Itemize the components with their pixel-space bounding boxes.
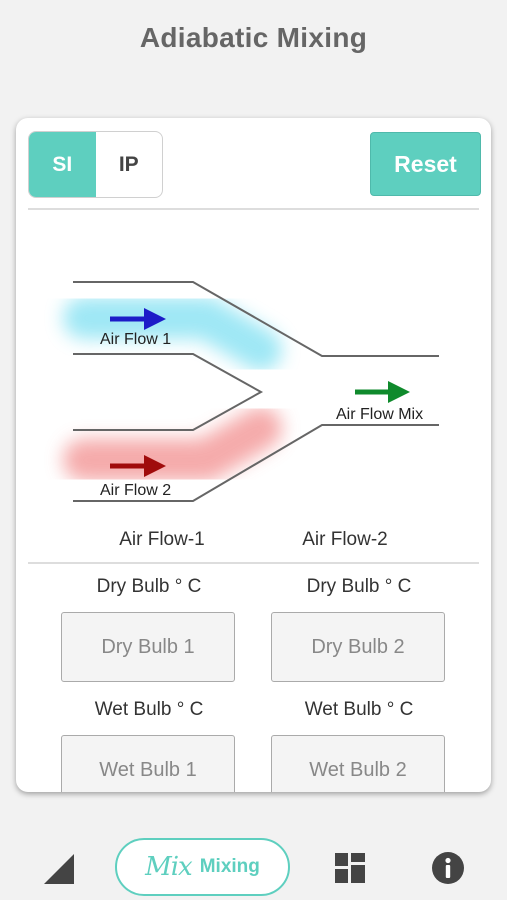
divider [28, 562, 479, 564]
info-icon[interactable] [428, 848, 468, 888]
mixing-diagram: Air Flow 1 Air Flow 2 Air Flow Mix [63, 281, 468, 502]
reset-button[interactable]: Reset [370, 132, 481, 196]
divider [28, 208, 479, 210]
unit-ip-button[interactable]: IP [96, 132, 163, 197]
flow2-glow [63, 407, 282, 481]
wet-bulb-2-label: Wet Bulb ° C [304, 699, 414, 720]
column-header-flow2: Air Flow-2 [302, 529, 388, 550]
mixing-tab-label: Mixing [199, 856, 260, 877]
chart-icon[interactable] [38, 848, 78, 888]
wet-bulb-2-input[interactable]: Wet Bulb 2 [271, 735, 445, 792]
mixing-card: SI IP Reset Air Flow 1 Air Flow 2 Air Fl… [16, 118, 491, 792]
grid-icon[interactable] [331, 849, 369, 887]
unit-si-button[interactable]: SI [29, 132, 96, 197]
wet-bulb-1-label: Wet Bulb ° C [94, 699, 204, 720]
dry-bulb-2-label: Dry Bulb ° C [306, 576, 412, 597]
wet-bulb-1-input[interactable]: Wet Bulb 1 [61, 735, 235, 792]
unit-toggle: SI IP [28, 131, 163, 198]
dry-bulb-1-label: Dry Bulb ° C [96, 576, 202, 597]
mixing-tab[interactable]: Mix Mixing [115, 838, 290, 896]
dry-bulb-1-input[interactable]: Dry Bulb 1 [61, 612, 235, 682]
dry-bulb-2-input[interactable]: Dry Bulb 2 [271, 612, 445, 682]
column-header-flow1: Air Flow-1 [119, 529, 205, 550]
mix-icon: Mix [145, 852, 193, 882]
mix-label: Air Flow Mix [336, 406, 423, 423]
flow2-label: Air Flow 2 [100, 482, 171, 499]
page-title: Adiabatic Mixing [139, 22, 368, 53]
flow1-label: Air Flow 1 [100, 331, 171, 348]
